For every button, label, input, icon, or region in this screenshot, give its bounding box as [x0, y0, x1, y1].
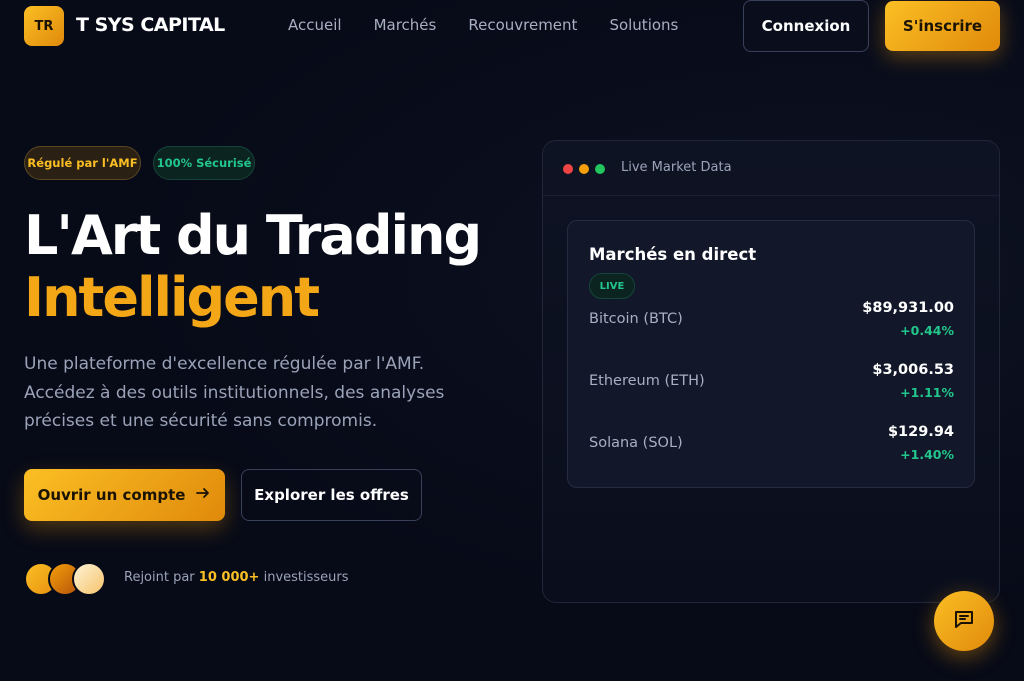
window-titlebar: Live Market Data — [543, 141, 999, 196]
asset-price-btc: $89,931.00 — [862, 300, 954, 316]
secure-badge: 100% Sécurisé — [153, 146, 255, 180]
explore-offers-button[interactable]: Explorer les offres — [241, 469, 422, 521]
hero-title-line1: L'Art du Trading — [24, 204, 482, 267]
market-card: Marchés en direct LIVE Bitcoin (BTC) $89… — [567, 220, 975, 488]
asset-change-sol: +1.40% — [900, 447, 954, 462]
nav-item-accueil[interactable]: Accueil — [288, 16, 342, 34]
nav-item-recouvrement[interactable]: Recouvrement — [468, 16, 577, 34]
arrow-right-icon — [195, 485, 211, 505]
hero-description: Une plateforme d'excellence régulée par … — [24, 354, 445, 431]
asset-price-eth: $3,006.53 — [872, 362, 954, 378]
page: TR T SYS CAPITAL Accueil Marchés Recouvr… — [0, 0, 1024, 681]
investor-count: 10 000+ — [198, 570, 260, 585]
window-title: Live Market Data — [621, 160, 732, 175]
asset-change-btc: +0.44% — [900, 323, 954, 338]
main-nav: Accueil Marchés Recouvrement Solutions — [288, 16, 678, 34]
signup-button[interactable]: S'inscrire — [885, 1, 1000, 51]
market-window: Live Market Data Marchés en direct LIVE … — [542, 140, 1000, 603]
green-dot-icon — [595, 164, 605, 174]
open-account-button[interactable]: Ouvrir un compte — [24, 469, 225, 521]
asset-change-eth: +1.11% — [900, 385, 954, 400]
chat-bubble-icon — [952, 607, 976, 635]
joined-text: Rejoint par 10 000+ investisseurs — [124, 570, 349, 585]
asset-name-eth: Ethereum (ETH) — [589, 373, 705, 389]
asset-name-btc: Bitcoin (BTC) — [589, 311, 683, 327]
asset-price-sol: $129.94 — [887, 424, 954, 440]
joined-suffix: investisseurs — [263, 570, 349, 585]
amf-badge: Régulé par l'AMF — [24, 146, 141, 180]
header: TR T SYS CAPITAL Accueil Marchés Recouvr… — [0, 0, 1024, 52]
asset-name-sol: Solana (SOL) — [589, 435, 683, 451]
brand-name[interactable]: T SYS CAPITAL — [76, 14, 225, 36]
nav-item-solutions[interactable]: Solutions — [609, 16, 678, 34]
logo-badge[interactable]: TR — [24, 6, 64, 46]
login-button[interactable]: Connexion — [743, 0, 869, 52]
open-account-label: Ouvrir un compte — [37, 486, 186, 504]
yellow-dot-icon — [579, 164, 589, 174]
investor-avatars — [24, 562, 114, 596]
joined-prefix: Rejoint par — [124, 570, 195, 585]
red-dot-icon — [563, 164, 573, 174]
hero-title-line2: Intelligent — [24, 266, 320, 329]
live-badge: LIVE — [589, 273, 635, 299]
card-title: Marchés en direct — [589, 245, 757, 264]
avatar — [72, 562, 106, 596]
chat-button[interactable] — [934, 591, 994, 651]
nav-item-marches[interactable]: Marchés — [374, 16, 437, 34]
